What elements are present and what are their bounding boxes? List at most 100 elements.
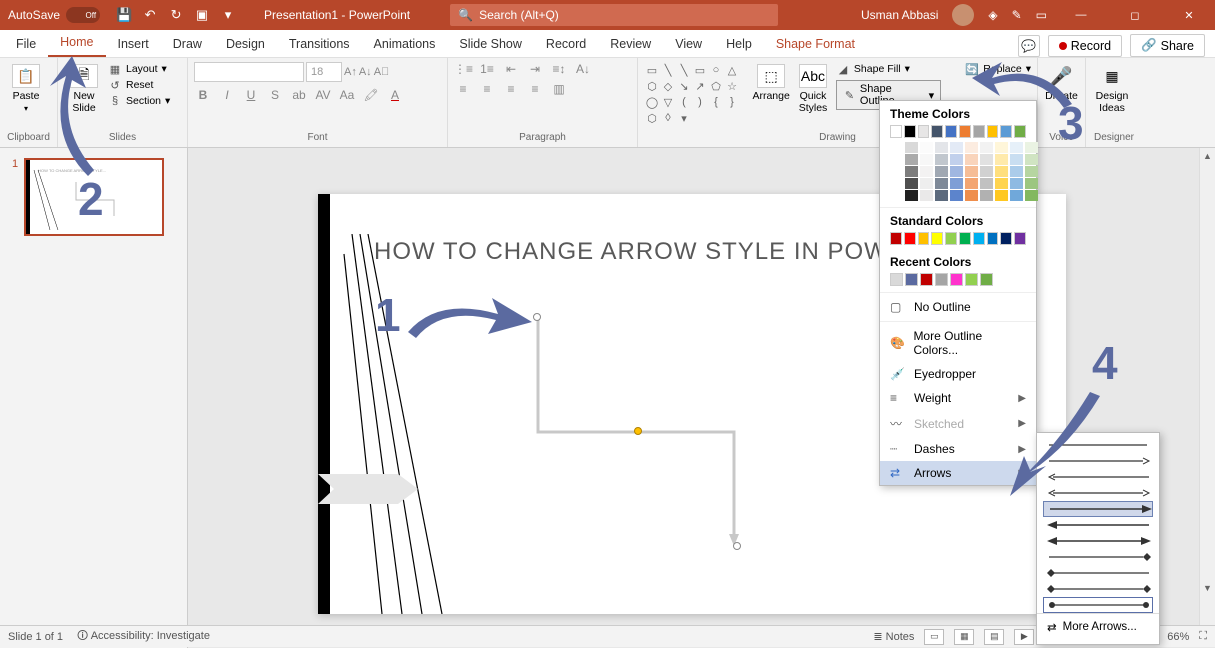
tab-shape-format[interactable]: Shape Format (764, 31, 867, 57)
color-shade-swatch[interactable] (935, 154, 948, 165)
tab-design[interactable]: Design (214, 31, 277, 57)
color-swatch[interactable] (904, 125, 916, 138)
bold-button[interactable]: B (194, 88, 212, 102)
color-swatch[interactable] (973, 125, 985, 138)
tab-file[interactable]: File (4, 31, 48, 57)
autosave-switch[interactable]: Off (66, 7, 100, 23)
increase-font-icon[interactable]: A↑ (344, 66, 357, 78)
color-shade-swatch[interactable] (920, 166, 933, 177)
color-swatch[interactable] (950, 273, 963, 286)
color-shade-swatch[interactable] (1025, 190, 1038, 201)
reading-view-button[interactable]: ▤ (984, 629, 1004, 645)
share-button[interactable]: 🔗 Share (1130, 34, 1205, 57)
color-shade-swatch[interactable] (965, 178, 978, 189)
highlight-button[interactable]: 🖍 (362, 88, 380, 102)
ribbon-display-icon[interactable]: ▭ (1036, 8, 1047, 22)
maximize-button[interactable]: ◻ (1115, 0, 1155, 30)
color-shade-swatch[interactable] (1010, 154, 1023, 165)
color-swatch[interactable] (890, 273, 903, 286)
color-shade-swatch[interactable] (905, 154, 918, 165)
tab-transitions[interactable]: Transitions (277, 31, 362, 57)
color-shade-swatch[interactable] (950, 154, 963, 165)
color-swatch[interactable] (931, 125, 943, 138)
color-shade-swatch[interactable] (980, 154, 993, 165)
color-shade-swatch[interactable] (965, 154, 978, 165)
color-shade-swatch[interactable] (920, 142, 933, 153)
normal-view-button[interactable]: ▭ (924, 629, 944, 645)
notes-button[interactable]: ≣ Notes (873, 630, 914, 643)
eyedropper-item[interactable]: 💉Eyedropper (880, 362, 1036, 386)
decrease-font-icon[interactable]: A↓ (359, 66, 372, 78)
more-outline-colors-item[interactable]: 🎨More Outline Colors... (880, 324, 1036, 362)
bullets-button[interactable]: ⋮≡ (454, 62, 472, 76)
strikethrough-button[interactable]: S (266, 88, 284, 102)
tab-animations[interactable]: Animations (362, 31, 448, 57)
tab-review[interactable]: Review (598, 31, 663, 57)
connector-handle-mid[interactable] (634, 427, 642, 435)
color-shade-swatch[interactable] (920, 178, 933, 189)
font-color-button[interactable]: A (386, 88, 404, 102)
font-name-box[interactable] (194, 62, 304, 82)
italic-button[interactable]: I (218, 88, 236, 102)
columns-button[interactable]: ▥ (550, 82, 568, 96)
connector-handle-end[interactable] (733, 542, 741, 550)
color-swatch[interactable] (1014, 125, 1026, 138)
color-shade-swatch[interactable] (920, 154, 933, 165)
color-swatch[interactable] (945, 232, 957, 245)
color-shade-swatch[interactable] (890, 190, 903, 201)
align-center-button[interactable]: ≡ (478, 82, 496, 96)
color-shade-swatch[interactable] (920, 190, 933, 201)
color-shade-swatch[interactable] (980, 142, 993, 153)
color-shade-swatch[interactable] (950, 142, 963, 153)
shape-fill-button[interactable]: ◢Shape Fill ▾ (836, 62, 941, 76)
color-shade-swatch[interactable] (980, 190, 993, 201)
diamond-icon[interactable]: ◈ (988, 8, 997, 22)
tab-help[interactable]: Help (714, 31, 764, 57)
search-box[interactable]: 🔍 Search (Alt+Q) (450, 4, 778, 26)
tab-view[interactable]: View (663, 31, 714, 57)
fit-to-window-button[interactable]: ⛶ (1199, 630, 1207, 643)
color-shade-swatch[interactable] (980, 178, 993, 189)
color-shade-swatch[interactable] (935, 166, 948, 177)
color-swatch[interactable] (987, 232, 999, 245)
color-shade-swatch[interactable] (995, 178, 1008, 189)
align-right-button[interactable]: ≡ (502, 82, 520, 96)
undo-icon[interactable]: ↶ (140, 5, 160, 25)
color-shade-swatch[interactable] (1010, 142, 1023, 153)
zoom-level[interactable]: 66% (1167, 631, 1189, 643)
redo-icon[interactable]: ↻ (166, 5, 186, 25)
arrow-style-both-circle[interactable] (1043, 597, 1153, 613)
color-swatch[interactable] (890, 125, 902, 138)
color-swatch[interactable] (890, 232, 902, 245)
accessibility-status[interactable]: 🛈 Accessibility: Investigate (77, 627, 210, 646)
color-shade-swatch[interactable] (1010, 166, 1023, 177)
close-button[interactable]: ✕ (1169, 0, 1209, 30)
color-shade-swatch[interactable] (995, 154, 1008, 165)
color-shade-swatch[interactable] (905, 166, 918, 177)
autosave-toggle[interactable]: AutoSave Off (0, 7, 108, 23)
arrow-style-left-filled[interactable] (1043, 517, 1153, 533)
scroll-up-button[interactable]: ▲ (1200, 148, 1215, 164)
char-spacing-button[interactable]: AV (314, 88, 332, 102)
numbering-button[interactable]: 1≡ (478, 62, 496, 76)
save-icon[interactable]: 💾 (114, 5, 134, 25)
quick-styles-button[interactable]: Abc Quick Styles (794, 62, 832, 114)
font-size-box[interactable]: 18 (306, 62, 342, 82)
color-shade-swatch[interactable] (905, 142, 918, 153)
change-case-button[interactable]: Aa (338, 88, 356, 102)
color-shade-swatch[interactable] (965, 190, 978, 201)
color-shade-swatch[interactable] (890, 178, 903, 189)
underline-button[interactable]: U (242, 88, 260, 102)
color-shade-swatch[interactable] (950, 190, 963, 201)
arrow-style-both-diamond[interactable] (1043, 581, 1153, 597)
design-ideas-button[interactable]: ▦ Design Ideas (1092, 62, 1132, 114)
vertical-scrollbar[interactable]: ▲ ▼ (1199, 148, 1215, 628)
color-shade-swatch[interactable] (905, 178, 918, 189)
color-shade-swatch[interactable] (950, 178, 963, 189)
color-swatch[interactable] (980, 273, 993, 286)
scroll-down-button[interactable]: ▼ (1200, 580, 1215, 596)
arrow-style-both-filled[interactable] (1043, 533, 1153, 549)
user-name[interactable]: Usman Abbasi (861, 8, 938, 22)
arrow-style-left-diamond[interactable] (1043, 565, 1153, 581)
color-swatch[interactable] (965, 273, 978, 286)
